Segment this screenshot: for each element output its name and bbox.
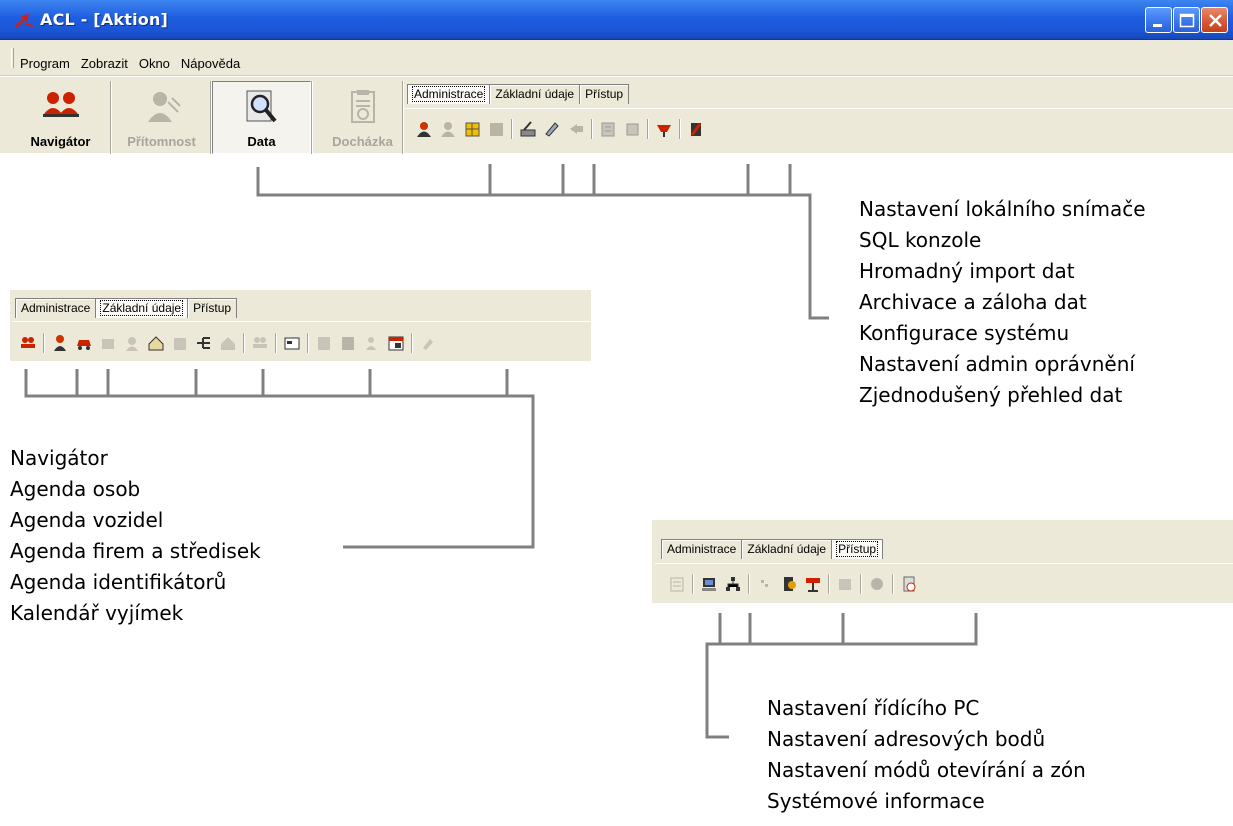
admin-connector — [256, 167, 829, 320]
admin-label: Nastavení lokálního snímače — [859, 197, 1146, 221]
access-description-list: Nastavení řídícího PC Nastavení adresový… — [767, 693, 1086, 817]
basic-label: Agenda vozidel — [10, 508, 164, 532]
admin-label: Archivace a záloha dat — [859, 290, 1087, 314]
basic-description-list: Navigátor Agenda osob Agenda vozidel Age… — [10, 443, 261, 629]
access-label: Nastavení adresových bodů — [767, 727, 1046, 751]
basic-label: Agenda firem a středisek — [10, 539, 261, 563]
admin-label: Hromadný import dat — [859, 259, 1075, 283]
admin-label: Konfigurace systému — [859, 321, 1070, 345]
access-connector-ticks — [718, 613, 845, 644]
basic-connector-ticks — [75, 369, 509, 396]
basic-label: Navigátor — [10, 446, 108, 470]
admin-label: Zjednodušený přehled dat — [859, 383, 1123, 407]
admin-label: SQL konzole — [859, 228, 982, 252]
admin-label: Nastavení admin oprávnění — [859, 352, 1135, 376]
admin-description-list: Nastavení lokálního snímače SQL konzole … — [859, 194, 1146, 411]
basic-label: Agenda identifikátorů — [10, 570, 227, 594]
access-label: Systémové informace — [767, 789, 985, 813]
access-label: Nastavení módů otevírání a zón — [767, 758, 1086, 782]
access-label: Nastavení řídícího PC — [767, 696, 980, 720]
basic-label: Agenda osob — [10, 477, 141, 501]
basic-label: Kalendář vyjímek — [10, 601, 184, 625]
admin-connector-ticks — [488, 164, 792, 195]
